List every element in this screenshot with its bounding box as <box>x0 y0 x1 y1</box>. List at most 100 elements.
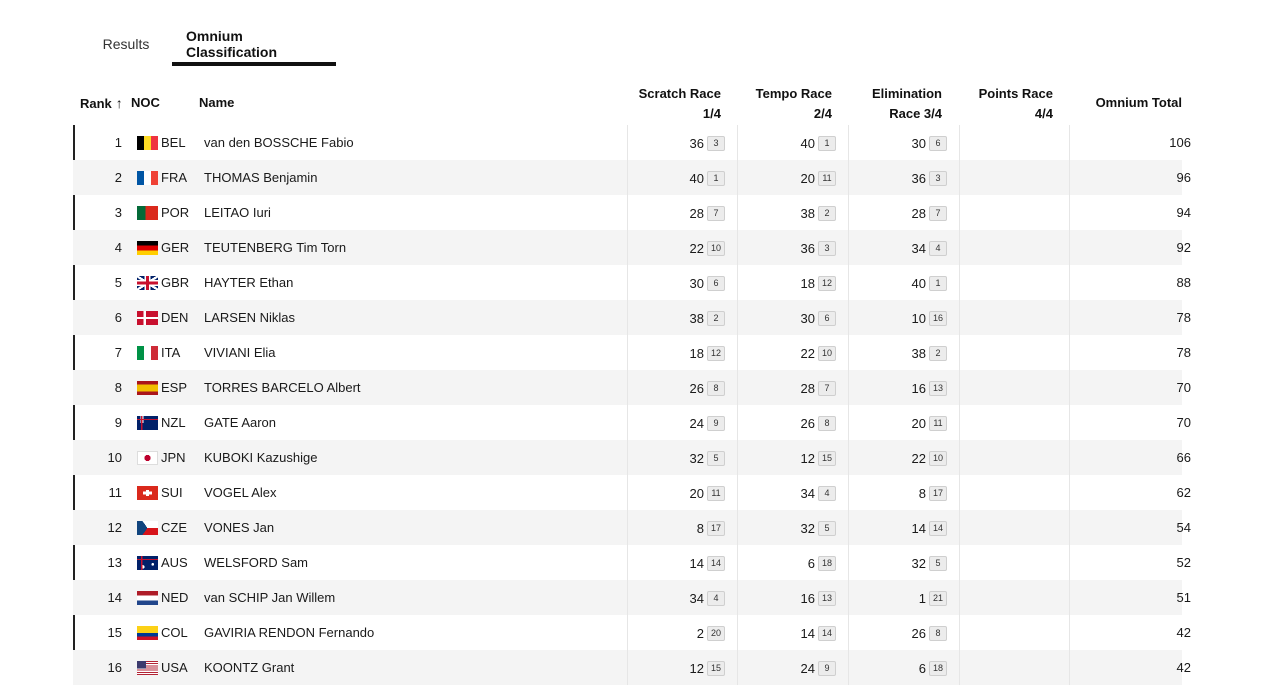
elim-score-cell: 20 11 <box>847 405 947 440</box>
noc-cell: AUS <box>161 555 188 570</box>
athlete-name[interactable]: TORRES BARCELO Albert <box>204 370 361 405</box>
elim-score-cell: 6 18 <box>847 650 947 685</box>
scratch-header-line1: Scratch Race <box>638 86 721 101</box>
elim-position-badge: 1 <box>929 276 947 292</box>
table-row[interactable]: 11 SUI VOGEL Alex 20 11 34 4 8 17 62 <box>73 475 1191 510</box>
athlete-name[interactable]: van SCHIP Jan Willem <box>204 580 335 615</box>
athlete-name[interactable]: VOGEL Alex <box>204 475 277 510</box>
tab-bar: Results Omnium Classification <box>80 22 336 66</box>
elim-points: 14 <box>911 521 926 537</box>
tab-omnium-classification[interactable]: Omnium Classification <box>172 22 336 66</box>
omnium-total-cell: 70 <box>1176 415 1191 430</box>
athlete-name[interactable]: VONES Jan <box>204 510 274 545</box>
noc-cell: POR <box>161 205 190 220</box>
scratch-race-column-header[interactable]: Scratch Race 1/4 <box>621 84 721 124</box>
rank-cell: 8 <box>114 380 122 395</box>
column-divider <box>959 125 960 160</box>
omnium-total-column-header[interactable]: Omnium Total <box>1073 95 1182 110</box>
tempo-points: 26 <box>800 416 815 432</box>
tempo-score-cell: 38 2 <box>736 195 836 230</box>
tempo-points: 34 <box>800 486 815 502</box>
flag-col-icon <box>137 626 158 640</box>
tempo-points: 38 <box>800 206 815 222</box>
table-row[interactable]: 15 COL GAVIRIA RENDON Fernando 2 20 14 14 26 8 42 <box>73 615 1191 650</box>
omnium-total-cell: 106 <box>1169 135 1191 150</box>
scratch-score-cell: 30 6 <box>625 265 725 300</box>
scratch-position-badge: 15 <box>707 661 725 677</box>
omnium-total-cell: 96 <box>1176 170 1191 185</box>
athlete-name[interactable]: LARSEN Niklas <box>204 300 295 335</box>
column-divider <box>959 580 960 615</box>
athlete-name[interactable]: THOMAS Benjamin <box>204 160 317 195</box>
rank-column-header[interactable]: Rank ↑ <box>80 95 123 111</box>
column-divider <box>959 230 960 265</box>
table-row[interactable]: 14 NED van SCHIP Jan Willem 34 4 16 13 1 21 51 <box>73 580 1191 615</box>
elim-position-badge: 8 <box>929 626 947 642</box>
rank-cell: 4 <box>114 240 122 255</box>
athlete-name[interactable]: KOONTZ Grant <box>204 650 294 685</box>
points-header-line1: Points Race <box>978 86 1053 101</box>
tempo-points: 28 <box>800 381 815 397</box>
table-row[interactable]: 7 ITA VIVIANI Elia 18 12 22 10 38 2 78 <box>73 335 1191 370</box>
athlete-name[interactable]: HAYTER Ethan <box>204 265 293 300</box>
noc-cell: NED <box>161 590 189 605</box>
elim-points: 16 <box>911 381 926 397</box>
column-divider <box>1069 405 1070 440</box>
flag-bel-icon <box>137 136 158 150</box>
table-row[interactable]: 13 AUS WELSFORD Sam 14 14 6 18 32 5 52 <box>73 545 1191 580</box>
tab-results[interactable]: Results <box>80 22 172 66</box>
table-row[interactable]: 8 ESP TORRES BARCELO Albert 26 8 28 7 16 13 70 <box>73 370 1191 405</box>
scratch-score-cell: 22 10 <box>625 230 725 265</box>
elim-position-badge: 5 <box>929 556 947 572</box>
column-divider <box>959 195 960 230</box>
elim-position-badge: 13 <box>929 381 947 397</box>
scratch-points: 12 <box>689 661 704 677</box>
table-row[interactable]: 6 DEN LARSEN Niklas 38 2 30 6 10 16 78 <box>73 300 1191 335</box>
sort-ascending-icon: ↑ <box>115 95 123 111</box>
table-row[interactable]: 12 CZE VONES Jan 8 17 32 5 14 14 54 <box>73 510 1191 545</box>
table-row[interactable]: 5 GBR HAYTER Ethan 30 6 18 12 40 1 88 <box>73 265 1191 300</box>
rank-cell: 2 <box>114 170 122 185</box>
elim-position-badge: 21 <box>929 591 947 607</box>
tempo-points: 40 <box>800 136 815 152</box>
athlete-name[interactable]: KUBOKI Kazushige <box>204 440 317 475</box>
table-row[interactable]: 1 BEL van den BOSSCHE Fabio 36 3 40 1 30 6 106 <box>73 125 1191 160</box>
table-row[interactable]: 16 USA KOONTZ Grant 12 15 24 9 6 18 42 <box>73 650 1191 685</box>
athlete-name[interactable]: WELSFORD Sam <box>204 545 308 580</box>
athlete-name[interactable]: GATE Aaron <box>204 405 276 440</box>
flag-ger-icon <box>137 241 158 255</box>
points-race-column-header[interactable]: Points Race 4/4 <box>953 84 1053 124</box>
athlete-name[interactable]: VIVIANI Elia <box>204 335 276 370</box>
table-row[interactable]: 4 GER TEUTENBERG Tim Torn 22 10 36 3 34 4 92 <box>73 230 1191 265</box>
scratch-score-cell: 20 11 <box>625 475 725 510</box>
scratch-points: 38 <box>689 311 704 327</box>
table-row[interactable]: 2 FRA THOMAS Benjamin 40 1 20 11 36 3 96 <box>73 160 1191 195</box>
athlete-name[interactable]: GAVIRIA RENDON Fernando <box>204 615 374 650</box>
rank-cell: 12 <box>107 520 122 535</box>
table-row[interactable]: 3 POR LEITAO Iuri 28 7 38 2 28 7 94 <box>73 195 1191 230</box>
tempo-points: 18 <box>800 276 815 292</box>
flag-esp-icon <box>137 381 158 395</box>
omnium-total-cell: 88 <box>1176 275 1191 290</box>
elim-score-cell: 14 14 <box>847 510 947 545</box>
column-divider <box>1069 370 1070 405</box>
athlete-name[interactable]: TEUTENBERG Tim Torn <box>204 230 346 265</box>
elim-points: 30 <box>911 136 926 152</box>
rank-cell: 10 <box>107 450 122 465</box>
name-column-header[interactable]: Name <box>199 95 234 110</box>
tempo-position-badge: 14 <box>818 626 836 642</box>
tempo-points: 36 <box>800 241 815 257</box>
elimination-race-column-header[interactable]: Elimination Race 3/4 <box>842 84 942 124</box>
rank-cell: 11 <box>108 485 123 500</box>
scratch-score-cell: 18 12 <box>625 335 725 370</box>
tempo-position-badge: 12 <box>818 276 836 292</box>
noc-column-header[interactable]: NOC <box>131 95 160 110</box>
table-row[interactable]: 10 JPN KUBOKI Kazushige 32 5 12 15 22 10 66 <box>73 440 1191 475</box>
noc-cell: ITA <box>161 345 181 360</box>
flag-sui-icon <box>137 486 158 500</box>
tempo-race-column-header[interactable]: Tempo Race 2/4 <box>732 84 832 124</box>
table-row[interactable]: 9 NZL GATE Aaron 24 9 26 8 20 11 70 <box>73 405 1191 440</box>
athlete-name[interactable]: LEITAO Iuri <box>204 195 271 230</box>
tempo-position-badge: 5 <box>818 521 836 537</box>
athlete-name[interactable]: van den BOSSCHE Fabio <box>204 125 354 160</box>
